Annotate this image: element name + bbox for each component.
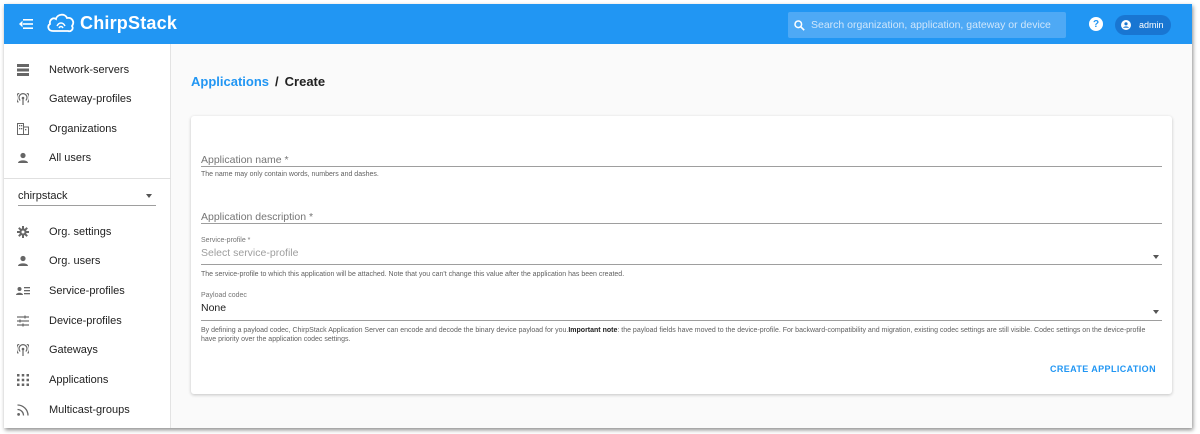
sidebar-item-network-servers[interactable]: Network-servers (4, 56, 171, 84)
sidebar-item-gateway-profiles[interactable]: Gateway-profiles (4, 85, 171, 113)
sidebar-divider (4, 178, 171, 179)
sidebar-item-label: All users (49, 152, 92, 164)
sidebar-item-label: Gateway-profiles (49, 93, 132, 105)
chirpstack-logo[interactable]: ChirpStack (46, 11, 177, 35)
sidebar-item-label: Network-servers (49, 64, 130, 76)
service-profile-helper: The service-profile to which this applic… (201, 271, 625, 278)
radio-tower-icon (16, 343, 30, 357)
search-input[interactable] (811, 19, 1061, 31)
tune-icon (16, 314, 30, 328)
payload-codec-helper: By defining a payload codec, ChirpStack … (201, 326, 1161, 344)
breadcrumb-separator: / (275, 74, 279, 89)
organization-select-value: chirpstack (18, 189, 68, 202)
application-name-label: Application name * (201, 154, 289, 166)
application-name-helper: The name may only contain words, numbers… (201, 171, 379, 178)
payload-codec-helper-intro: By defining a payload codec, ChirpStack … (201, 327, 569, 334)
page-title: Create (284, 74, 326, 89)
sidebar-item-all-users[interactable]: All users (4, 144, 171, 172)
sidebar-item-multicast-groups[interactable]: Multicast-groups (4, 396, 171, 424)
building-icon (16, 122, 30, 136)
sidebar-item-org-settings[interactable]: Org. settings (4, 218, 171, 246)
sidebar-item-label: Multicast-groups (49, 404, 130, 416)
sidebar-item-label: Organizations (49, 123, 117, 135)
payload-codec-select[interactable]: Payload codec None (201, 292, 1162, 322)
search-icon (794, 19, 805, 31)
sidebar-item-label: Device-profiles (49, 315, 122, 327)
user-icon (16, 151, 30, 165)
chevron-down-icon (1153, 310, 1159, 314)
payload-codec-value: None (201, 302, 227, 314)
search-box[interactable] (788, 12, 1066, 38)
sidebar-item-label: Service-profiles (49, 285, 125, 297)
user-menu-button[interactable]: admin (1115, 15, 1171, 35)
application-description-label: Application description * (201, 211, 314, 223)
chevron-down-icon (1153, 255, 1159, 259)
sidebar-item-label: Org. users (49, 255, 101, 267)
sidebar-item-label: Gateways (49, 344, 98, 356)
service-profile-label: Service-profile * (201, 237, 251, 244)
sidebar-item-applications[interactable]: Applications (4, 366, 171, 394)
service-profile-underline (201, 264, 1162, 265)
logo-text: ChirpStack (80, 12, 178, 33)
create-application-button[interactable]: CREATE APPLICATION (1050, 364, 1156, 374)
payload-codec-underline (201, 320, 1162, 321)
collapse-drawer-icon[interactable] (16, 14, 36, 34)
sidebar-item-label: Applications (49, 374, 109, 386)
breadcrumb-applications-link[interactable]: Applications (191, 74, 269, 89)
create-application-form: Application name * The name may only con… (191, 116, 1172, 394)
payload-codec-label: Payload codec (201, 292, 247, 299)
cloud-logo-icon (47, 13, 75, 33)
service-profile-placeholder: Select service-profile (201, 247, 299, 259)
application-description-underline (201, 223, 1162, 224)
username: admin (1139, 20, 1164, 30)
breadcrumb: Applications / Create (191, 74, 325, 89)
important-note: Important note (568, 327, 618, 334)
sidebar-item-service-profiles[interactable]: Service-profiles (4, 277, 171, 305)
sidebar-item-label: Org. settings (49, 226, 112, 238)
sidebar: Network-servers Gateway-profiles Organiz… (4, 44, 171, 428)
sidebar-item-org-users[interactable]: Org. users (4, 247, 171, 275)
apps-grid-icon (16, 373, 30, 387)
sidebar-item-organizations[interactable]: Organizations (4, 115, 171, 143)
radio-tower-icon (16, 92, 30, 106)
app-window: ChirpStack ? admin Network-servers (4, 4, 1192, 428)
top-app-bar: ChirpStack ? admin (4, 4, 1192, 44)
user-icon (16, 254, 30, 268)
sidebar-item-device-profiles[interactable]: Device-profiles (4, 307, 171, 335)
application-name-underline (201, 166, 1162, 167)
chevron-down-icon (146, 194, 152, 198)
application-name-field[interactable]: Application name * (201, 150, 1162, 168)
rss-icon (16, 403, 30, 417)
organization-select[interactable]: chirpstack (18, 186, 156, 206)
account-details-icon (16, 284, 30, 298)
account-circle-icon (1121, 20, 1131, 30)
gear-icon (16, 225, 30, 239)
server-icon (16, 63, 30, 77)
application-description-field[interactable]: Application description * (201, 207, 1162, 225)
sidebar-item-gateways[interactable]: Gateways (4, 336, 171, 364)
help-icon[interactable]: ? (1089, 17, 1103, 31)
service-profile-select[interactable]: Service-profile * Select service-profile (201, 237, 1162, 267)
